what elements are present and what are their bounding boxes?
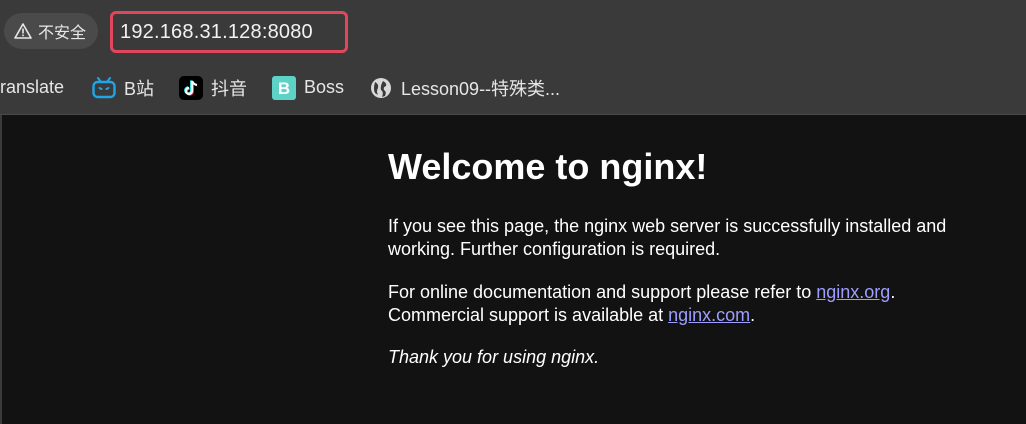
- warning-icon: [14, 22, 32, 40]
- address-bar-row: 不安全 192.168.31.128:8080: [0, 0, 1026, 60]
- docs-text: For online documentation and support ple…: [388, 282, 817, 302]
- boss-icon: B: [272, 75, 296, 100]
- commercial-period: .: [750, 305, 756, 325]
- intro-paragraph: If you see this page, the nginx web serv…: [388, 216, 947, 259]
- docs-paragraph: For online documentation and support ple…: [388, 281, 1008, 327]
- page-viewport: Welcome to nginx! If you see this page, …: [0, 115, 1026, 424]
- nginx-com-link[interactable]: nginx.com: [668, 305, 750, 325]
- security-indicator[interactable]: 不安全: [4, 13, 99, 49]
- browser-window: 不安全 192.168.31.128:8080 ranslate B站 抖音 B…: [0, 0, 1026, 424]
- commercial-text: Commercial support is available at: [388, 305, 669, 325]
- bookmark-boss[interactable]: B Boss: [272, 60, 344, 115]
- douyin-icon: [179, 75, 203, 100]
- nginx-org-link[interactable]: nginx.org: [816, 282, 890, 302]
- bookmark-label: Lesson09--特殊类...: [401, 78, 561, 99]
- bookmark-lesson09[interactable]: Lesson09--特殊类...: [369, 60, 560, 115]
- bookmark-label: B站: [124, 78, 155, 99]
- bilibili-icon: [92, 76, 116, 100]
- bookmark-douyin[interactable]: 抖音: [179, 60, 247, 115]
- security-label: 不安全: [38, 25, 87, 42]
- bookmark-translate[interactable]: ranslate: [0, 60, 64, 115]
- globe-icon: [369, 76, 393, 100]
- bookmark-label: ranslate: [0, 77, 65, 97]
- bookmark-bilibili[interactable]: B站: [92, 60, 154, 115]
- nginx-welcome-content: Welcome to nginx! If you see this page, …: [388, 139, 1008, 369]
- url-input[interactable]: 192.168.31.128:8080: [110, 11, 348, 53]
- svg-text:B: B: [278, 79, 290, 98]
- thank-you-text: Thank you for using nginx.: [388, 347, 600, 367]
- bookmark-label: Boss: [304, 77, 345, 97]
- page-title: Welcome to nginx!: [388, 146, 708, 187]
- docs-period: .: [890, 282, 896, 302]
- bookmarks-bar: ranslate B站 抖音 B Boss Lesson09--特殊类...: [0, 60, 1026, 115]
- bookmark-label: 抖音: [211, 78, 247, 99]
